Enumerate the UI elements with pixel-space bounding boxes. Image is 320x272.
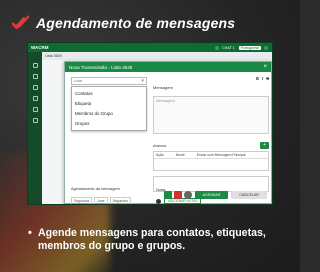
add-attachment-button[interactable]: + bbox=[260, 142, 269, 149]
user-avatar-icon[interactable] bbox=[264, 45, 268, 50]
column-header: Enviar com Mensagem Principal bbox=[196, 153, 246, 157]
modal-header: Nova Transmissão - Lista 3649 × bbox=[65, 62, 271, 72]
italic-button[interactable]: I bbox=[262, 76, 263, 81]
promo-caption: • Agende mensagens para contatos, etique… bbox=[28, 227, 290, 253]
sidebar-list-icon[interactable] bbox=[32, 96, 38, 101]
column-header: Nome bbox=[175, 153, 185, 157]
status-dot-icon bbox=[215, 45, 220, 50]
promo-heading: Agendamento de mensagens bbox=[12, 12, 235, 34]
app-topbar: WACRM CHAT 1 Portuguese bbox=[28, 43, 272, 52]
schedule-button[interactable]: AGENDAR bbox=[194, 191, 229, 199]
sidebar-contacts-icon[interactable] bbox=[32, 85, 38, 90]
attachments-table: Ação Nome Enviar com Mensagem Principal bbox=[153, 151, 269, 171]
schedule-field[interactable]: Jane bbox=[94, 197, 108, 204]
app-sidebar bbox=[28, 52, 42, 204]
message-textarea[interactable]: Mensagem bbox=[153, 96, 269, 134]
close-icon[interactable]: × bbox=[263, 64, 267, 70]
note-icon bbox=[156, 198, 161, 204]
promo-title: Agendamento de mensagens bbox=[36, 15, 236, 31]
modal-title: Nova Transmissão - Lista 3649 bbox=[69, 64, 133, 70]
save-icon[interactable] bbox=[163, 191, 172, 199]
attachments-header: Anexos + bbox=[153, 142, 269, 149]
strike-button[interactable]: S bbox=[266, 76, 269, 81]
notes-section: Notas ADICIONAR NOTAS bbox=[153, 176, 269, 204]
clock-icon[interactable] bbox=[183, 191, 192, 199]
dropdown-option-grupos[interactable]: Grupos bbox=[72, 119, 146, 129]
dropdown-option-contatos[interactable]: Contatos bbox=[72, 88, 146, 98]
target-type-placeholder: Lista bbox=[74, 79, 83, 83]
chevron-down-icon: ▾ bbox=[141, 78, 144, 84]
app-brand: WACRM bbox=[31, 45, 49, 50]
attachments-label: Anexos bbox=[153, 143, 167, 148]
cancel-button[interactable]: CANCELAR bbox=[231, 191, 267, 199]
broadcast-modal: Nova Transmissão - Lista 3649 × Lista ▾ … bbox=[64, 61, 272, 204]
bullet-icon: • bbox=[28, 227, 32, 239]
caption-text: Agende mensagens para contatos, etiqueta… bbox=[38, 227, 266, 252]
modal-footer: AGENDAR CANCELAR bbox=[162, 191, 267, 199]
sidebar-settings-icon[interactable] bbox=[32, 107, 38, 112]
sidebar-chat-icon[interactable] bbox=[32, 74, 38, 79]
double-check-icon bbox=[12, 15, 30, 29]
sidebar-help-icon[interactable] bbox=[32, 118, 38, 123]
app-subheader: Lista 3649 bbox=[42, 52, 272, 60]
target-type-dropdown: Contatos Etiqueta Membros do Grupo Grupo… bbox=[71, 86, 147, 131]
schedule-label: Agendamento da mensagem bbox=[71, 187, 120, 191]
topbar-label[interactable]: CHAT 1 bbox=[222, 46, 234, 50]
column-header: Ação bbox=[156, 153, 164, 157]
schedule-section: Agendamento da mensagem Segundos Jane Se… bbox=[71, 177, 151, 204]
delete-icon[interactable] bbox=[173, 191, 182, 199]
language-select[interactable]: Portuguese bbox=[238, 45, 261, 50]
target-select-column: Lista ▾ Contatos Etiqueta Membros do Gru… bbox=[71, 77, 147, 131]
target-type-select[interactable]: Lista ▾ bbox=[71, 77, 147, 85]
bold-button[interactable]: B bbox=[256, 76, 259, 81]
sidebar-home-icon[interactable] bbox=[32, 63, 38, 68]
format-toolbar: B I S bbox=[253, 76, 269, 81]
attachments-table-header: Ação Nome Enviar com Mensagem Principal bbox=[154, 152, 268, 159]
schedule-field[interactable]: Segundos bbox=[109, 197, 131, 204]
message-column: Mensagem B I S Mensagem Anexos + Ação No… bbox=[153, 76, 269, 204]
message-label: Mensagem bbox=[153, 85, 173, 90]
app-window: WACRM CHAT 1 Portuguese Lista 3649 Nova … bbox=[27, 42, 273, 205]
dropdown-option-membros-do-grupo[interactable]: Membros do Grupo bbox=[72, 108, 146, 118]
schedule-field[interactable]: Segundos bbox=[71, 197, 93, 204]
promo-banner: Agendamento de mensagens WACRM CHAT 1 Po… bbox=[0, 0, 300, 272]
dropdown-option-etiqueta[interactable]: Etiqueta bbox=[72, 98, 146, 108]
